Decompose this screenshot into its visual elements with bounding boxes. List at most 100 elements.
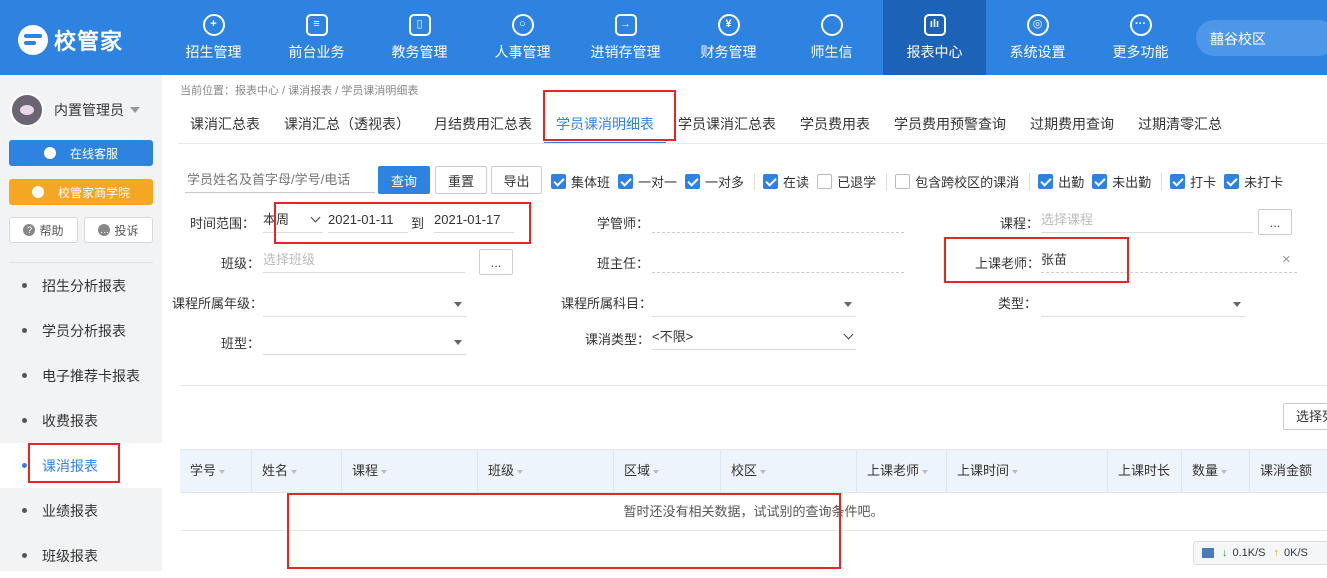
chat-icon <box>820 13 843 36</box>
column-header-campus[interactable]: 校区 <box>720 450 856 492</box>
help-button[interactable]: ? 帮助 <box>9 217 78 243</box>
tab-consumption-pivot[interactable]: 课消汇总（透视表） <box>272 104 422 144</box>
head-teacher-field[interactable] <box>652 247 904 273</box>
sidebar-item-class-reports[interactable]: 班级报表 <box>0 533 162 578</box>
nav-item-inventory[interactable]: → 进销存管理 <box>574 0 677 75</box>
bullet-icon <box>22 553 27 558</box>
sidebar-item-label: 电子推荐卡报表 <box>42 367 140 384</box>
checkbox-not-checked-in[interactable]: 未打卡 <box>1224 172 1283 191</box>
nav-item-academic[interactable]: ▯ 教务管理 <box>368 0 471 75</box>
checkbox-checked-icon <box>1038 174 1054 189</box>
sidebar-item-fee-reports[interactable]: 收费报表 <box>0 398 162 443</box>
course-placeholder: 选择课程 <box>1041 212 1094 227</box>
advisor-field[interactable] <box>652 207 904 233</box>
time-range-select[interactable]: 本周 <box>263 207 323 233</box>
column-header-duration[interactable]: 上课时长 <box>1107 450 1181 492</box>
reset-button[interactable]: 重置 <box>435 166 487 194</box>
class-type-select[interactable] <box>263 329 466 355</box>
checkbox-enrolled[interactable]: 在读 <box>763 172 809 191</box>
academy-button[interactable]: 校管家商学院 <box>9 179 153 205</box>
select-columns-button[interactable]: 选择列 <box>1283 403 1327 430</box>
nav-item-settings[interactable]: ◎ 系统设置 <box>986 0 1089 75</box>
column-header-class[interactable]: 班级 <box>477 450 613 492</box>
nav-item-hr[interactable]: ○ 人事管理 <box>471 0 574 75</box>
clear-icon[interactable]: × <box>1282 251 1291 268</box>
tab-student-fees[interactable]: 学员费用表 <box>788 104 882 144</box>
class-picker-button[interactable]: ... <box>479 249 513 275</box>
class-label: 班级： <box>221 256 261 271</box>
checkbox-checked-icon <box>1224 174 1240 189</box>
campus-selector[interactable]: 囍谷校区 <box>1196 20 1327 56</box>
checkbox-absent[interactable]: 未出勤 <box>1092 172 1151 191</box>
date-to-label: 到 <box>411 216 425 231</box>
column-title: 上课时长 <box>1118 463 1171 478</box>
nav-label: 教务管理 <box>391 43 448 60</box>
checkbox-label: 一对一 <box>638 175 678 190</box>
grade-select[interactable] <box>263 291 466 317</box>
checkbox-one-to-many[interactable]: 一对多 <box>685 172 744 191</box>
checkbox-attended[interactable]: 出勤 <box>1038 172 1084 191</box>
search-input[interactable] <box>185 167 375 193</box>
network-speed-widget[interactable]: ↓ 0.1K/S ↑ 0K/S <box>1193 541 1327 565</box>
bullet-icon <box>22 463 27 468</box>
column-header-class-time[interactable]: 上课时间 <box>946 450 1107 492</box>
sidebar-item-referral-reports[interactable]: 电子推荐卡报表 <box>0 353 162 398</box>
query-button[interactable]: 查询 <box>378 166 430 194</box>
column-header-region[interactable]: 区域 <box>613 450 720 492</box>
checkbox-group-class[interactable]: 集体班 <box>551 172 610 191</box>
nav-item-messages[interactable]: 师生信 <box>780 0 883 75</box>
checkbox-one-on-one[interactable]: 一对一 <box>618 172 677 191</box>
course-picker-button[interactable]: ... <box>1258 209 1292 235</box>
checkbox-withdrawn[interactable]: 已退学 <box>817 172 876 191</box>
bullet-icon <box>22 328 27 333</box>
complaint-button[interactable]: … 投诉 <box>84 217 153 243</box>
help-label: 帮助 <box>39 223 64 238</box>
tab-expired-cleared[interactable]: 过期清零汇总 <box>1126 104 1234 144</box>
column-header-amount[interactable]: 课消金额 <box>1249 450 1327 492</box>
teacher-field[interactable]: 张苗 <box>1041 247 1297 273</box>
export-button[interactable]: 导出 <box>491 166 542 194</box>
subject-select[interactable] <box>652 291 856 317</box>
tab-student-consumption-detail[interactable]: 学员课消明细表 <box>544 104 666 144</box>
checkbox-cross-campus[interactable]: 包含跨校区的课消 <box>895 172 1019 191</box>
sidebar-item-performance-reports[interactable]: 业绩报表 <box>0 488 162 533</box>
column-header-course[interactable]: 课程 <box>341 450 477 492</box>
nav-item-more[interactable]: ··· 更多功能 <box>1089 0 1192 75</box>
nav-label: 系统设置 <box>1009 43 1066 60</box>
tab-monthly-summary[interactable]: 月结费用汇总表 <box>422 104 544 144</box>
user-name: 内置管理员 <box>54 102 124 118</box>
brand-logo[interactable]: 校管家 <box>18 24 123 56</box>
user-menu[interactable]: 内置管理员 <box>10 93 140 127</box>
top-navbar: 校管家 + 招生管理 ≡ 前台业务 ▯ 教务管理 ○ 人事管理 → 进销存管理 … <box>0 0 1327 75</box>
bullet-icon <box>22 283 27 288</box>
date-to-input[interactable]: 2021-01-17 <box>434 207 514 233</box>
online-service-button[interactable]: 在线客服 <box>9 140 153 166</box>
online-service-label: 在线客服 <box>69 146 118 161</box>
column-title: 课消金额 <box>1260 463 1313 478</box>
tab-expired-fees[interactable]: 过期费用查询 <box>1018 104 1126 144</box>
sort-icon <box>219 469 226 474</box>
class-field[interactable]: 选择班级 <box>263 247 465 273</box>
nav-item-reports[interactable]: ılı 报表中心 <box>883 0 986 75</box>
checkbox-checked-icon <box>618 174 634 189</box>
column-header-student-no[interactable]: 学号 <box>180 450 251 492</box>
sidebar-item-consumption-reports[interactable]: 课消报表 <box>0 443 162 488</box>
consume-type-select[interactable]: <不限> <box>652 324 856 350</box>
sidebar-item-label: 业绩报表 <box>42 502 98 519</box>
checkbox-checked-in[interactable]: 打卡 <box>1170 172 1216 191</box>
course-field[interactable]: 选择课程 <box>1041 207 1253 233</box>
column-header-teacher[interactable]: 上课老师 <box>856 450 946 492</box>
tab-fee-warning[interactable]: 学员费用预警查询 <box>882 104 1018 144</box>
sidebar-item-admission-reports[interactable]: 招生分析报表 <box>0 263 162 308</box>
sidebar-item-student-reports[interactable]: 学员分析报表 <box>0 308 162 353</box>
nav-item-admissions[interactable]: + 招生管理 <box>162 0 265 75</box>
nav-item-front-desk[interactable]: ≡ 前台业务 <box>265 0 368 75</box>
column-title: 数量 <box>1192 463 1219 478</box>
date-from-input[interactable]: 2021-01-11 <box>328 207 408 233</box>
type-select[interactable] <box>1041 291 1245 317</box>
tab-consumption-summary[interactable]: 课消汇总表 <box>178 104 272 144</box>
column-header-name[interactable]: 姓名 <box>251 450 341 492</box>
nav-item-finance[interactable]: ¥ 财务管理 <box>677 0 780 75</box>
column-header-quantity[interactable]: 数量 <box>1181 450 1249 492</box>
tab-student-consumption-summary[interactable]: 学员课消汇总表 <box>666 104 788 144</box>
